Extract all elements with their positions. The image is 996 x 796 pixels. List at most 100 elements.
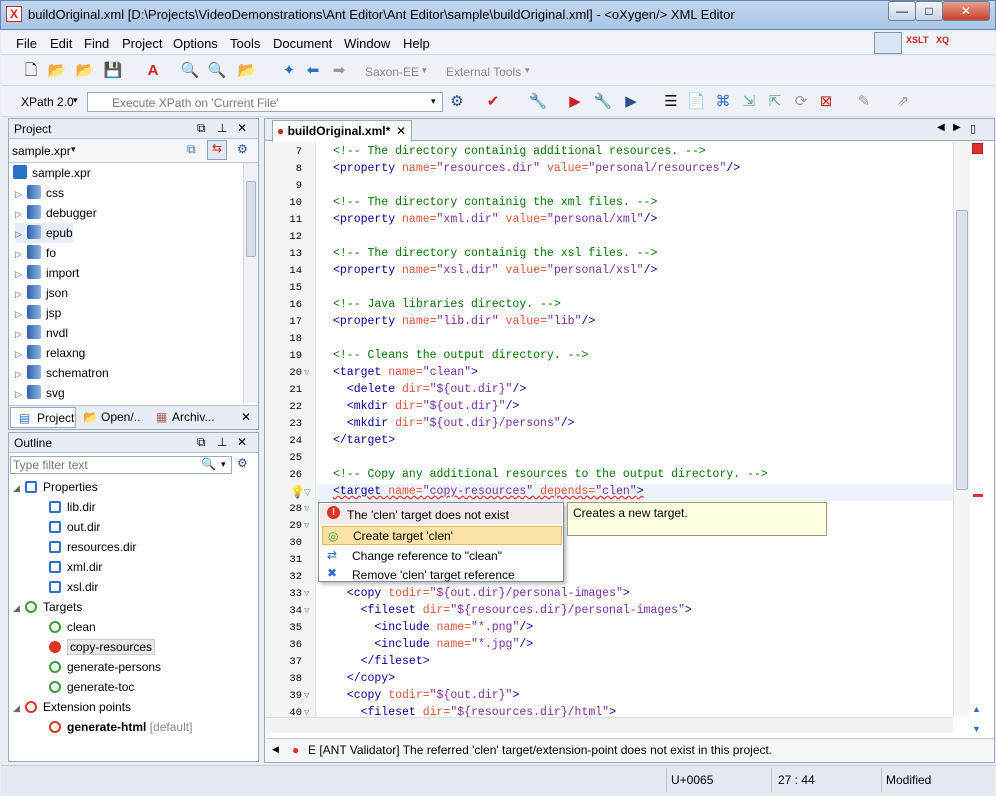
code-line[interactable]: <property name="xml.dir" value="personal…: [333, 213, 657, 226]
tab-project[interactable]: ▤ Project: [10, 407, 76, 428]
code-line[interactable]: <target name="clean">: [333, 366, 478, 379]
code-line[interactable]: </target>: [333, 434, 395, 447]
xpath-tools-icon[interactable]: ⌘: [713, 92, 733, 112]
open-file-icon[interactable]: 📂: [47, 61, 67, 81]
expand-arrow-icon[interactable]: ▷: [15, 304, 27, 324]
menu-tools[interactable]: Tools: [230, 36, 260, 51]
xpath-input[interactable]: Execute XPath on 'Current File' ▾: [87, 92, 443, 112]
link-with-editor-icon[interactable]: ⇆: [207, 140, 227, 160]
run-transform-icon[interactable]: ▶: [565, 92, 585, 112]
fold-icon[interactable]: ▽: [304, 606, 309, 616]
code-line[interactable]: <property name="resources.dir" value="pe…: [333, 162, 740, 175]
document-icon[interactable]: 📄: [686, 92, 706, 112]
lightbulb-icon[interactable]: 💡: [290, 485, 305, 499]
new-file-icon[interactable]: 🗋: [21, 61, 41, 81]
expand-arrow-icon[interactable]: ▷: [15, 324, 27, 344]
outline-extension-points[interactable]: ◢ Extension points: [13, 697, 131, 717]
minimize-button[interactable]: —: [888, 1, 916, 21]
transform-scenario-dropdown[interactable]: Saxon-EE: [365, 65, 419, 79]
close-icon[interactable]: ✕: [237, 121, 247, 135]
project-folder-svg[interactable]: ▷ svg: [15, 383, 65, 403]
code-line[interactable]: <delete dir="${out.dir}"/>: [333, 383, 526, 396]
expand-arrow-icon[interactable]: ▷: [15, 184, 27, 204]
code-line[interactable]: <mkdir dir="${out.dir}/persons"/>: [333, 417, 575, 430]
code-line[interactable]: <property name="xsl.dir" value="personal…: [333, 264, 657, 277]
tree-down-icon[interactable]: ⇲: [739, 92, 759, 112]
outline-property[interactable]: lib.dir: [49, 497, 96, 517]
quick-fix-create-target[interactable]: ◎ Create target 'clen': [322, 526, 562, 545]
code-line[interactable]: </copy>: [333, 672, 395, 685]
outline-property[interactable]: xsl.dir: [49, 577, 98, 597]
restore-icon[interactable]: ⧉: [197, 435, 206, 450]
find-in-files-icon[interactable]: 🔍: [207, 61, 227, 81]
editor-scrollbar-thumb[interactable]: [956, 210, 968, 490]
project-folder-jsp[interactable]: ▷ jsp: [15, 303, 61, 323]
gear-icon[interactable]: ⚙: [237, 456, 248, 470]
chevron-down-icon[interactable]: ▾: [221, 459, 226, 470]
apply-transform-icon[interactable]: ✦: [279, 61, 299, 81]
quick-fix-remove-reference[interactable]: ✖ Remove 'clen' target reference: [322, 565, 562, 584]
outline-properties[interactable]: ◢ Properties: [13, 477, 98, 497]
expand-arrow-icon[interactable]: ▷: [15, 344, 27, 364]
code-line[interactable]: <mkdir dir="${out.dir}"/>: [333, 400, 520, 413]
menu-document[interactable]: Document: [273, 36, 332, 51]
fold-icon[interactable]: ▽: [304, 691, 309, 701]
scroll-tabs-right-icon[interactable]: ▶: [953, 122, 961, 133]
menu-find[interactable]: Find: [84, 36, 109, 51]
tab-build-original[interactable]: ● buildOriginal.xml* ✕: [272, 120, 412, 142]
outline-property[interactable]: xml.dir: [49, 557, 102, 577]
xslt-perspective-button[interactable]: XSLT: [906, 35, 928, 45]
outline-target[interactable]: generate-toc: [49, 677, 134, 697]
gear-icon[interactable]: ⚙: [447, 92, 467, 112]
collapse-arrow-icon[interactable]: ◀: [272, 744, 279, 755]
fold-icon[interactable]: ▽: [304, 368, 309, 378]
outline-extension-point[interactable]: generate-html [default]: [49, 717, 192, 737]
tab-archive[interactable]: ▦ Archiv...: [154, 407, 230, 428]
pointer-icon[interactable]: ⇗: [893, 92, 913, 112]
code-line[interactable]: <property name="lib.dir" value="lib"/>: [333, 315, 595, 328]
chevron-down-icon[interactable]: ▾: [73, 95, 78, 106]
tab-open-files[interactable]: 📂 Open/..: [81, 407, 149, 428]
project-folder-fo[interactable]: ▷ fo: [15, 243, 56, 263]
menu-options[interactable]: Options: [173, 36, 218, 51]
problem-message[interactable]: E [ANT Validator] The referred 'clen' ta…: [308, 743, 772, 757]
external-tools-dropdown[interactable]: External Tools: [446, 65, 521, 79]
code-line[interactable]: <!-- Java libraries directoy. -->: [333, 298, 561, 311]
code-line[interactable]: </fileset>: [333, 655, 430, 668]
code-line[interactable]: <!-- The directory containig the xsl fil…: [333, 247, 657, 260]
code-line[interactable]: <!-- The directory containig additional …: [333, 145, 706, 158]
collapse-arrow-icon[interactable]: ◢: [13, 478, 25, 498]
outline-filter-input[interactable]: Type filter text 🔍 ▾: [10, 456, 232, 474]
outline-target[interactable]: generate-persons: [49, 657, 161, 677]
expand-arrow-icon[interactable]: ▷: [15, 204, 27, 224]
remove-icon[interactable]: ⊠: [816, 92, 836, 112]
project-file-dropdown[interactable]: sample.xpr: [12, 144, 71, 158]
previous-error-icon[interactable]: ▲: [972, 704, 981, 714]
find-icon[interactable]: 🔍: [180, 61, 200, 81]
xquery-perspective-button[interactable]: XQ: [936, 35, 949, 45]
debug-icon[interactable]: ▶: [621, 92, 641, 112]
validate-icon[interactable]: ✔: [483, 92, 503, 112]
project-scrollbar-thumb[interactable]: [246, 181, 256, 257]
project-folder-relaxng[interactable]: ▷ relaxng: [15, 343, 85, 363]
restore-icon[interactable]: ⧉: [197, 121, 206, 136]
next-error-icon[interactable]: ▼: [972, 724, 981, 734]
project-scrollbar[interactable]: [243, 163, 258, 403]
close-icon[interactable]: ✕: [241, 410, 251, 424]
collapse-arrow-icon[interactable]: ◢: [13, 598, 25, 618]
editor-perspective-button[interactable]: [874, 32, 902, 54]
outline-target[interactable]: copy-resources: [49, 637, 156, 657]
code-line[interactable]: <copy todir="${out.dir}/personal-images"…: [333, 587, 630, 600]
project-folder-nvdl[interactable]: ▷ nvdl: [15, 323, 68, 343]
chevron-down-icon[interactable]: ▾: [431, 96, 436, 107]
expand-arrow-icon[interactable]: ▷: [15, 224, 27, 244]
project-folder-json[interactable]: ▷ json: [15, 283, 68, 303]
gear-icon[interactable]: ⚙: [237, 142, 248, 156]
project-folder-css[interactable]: ▷ css: [15, 183, 64, 203]
expand-arrow-icon[interactable]: ▷: [15, 264, 27, 284]
refresh-icon[interactable]: ⟳: [791, 92, 811, 112]
check-edit-icon[interactable]: ✎: [854, 92, 874, 112]
editor-vertical-scrollbar[interactable]: [953, 142, 970, 717]
format-indent-icon[interactable]: ☰: [661, 92, 681, 112]
xpath-version-dropdown[interactable]: XPath 2.0: [21, 95, 74, 109]
